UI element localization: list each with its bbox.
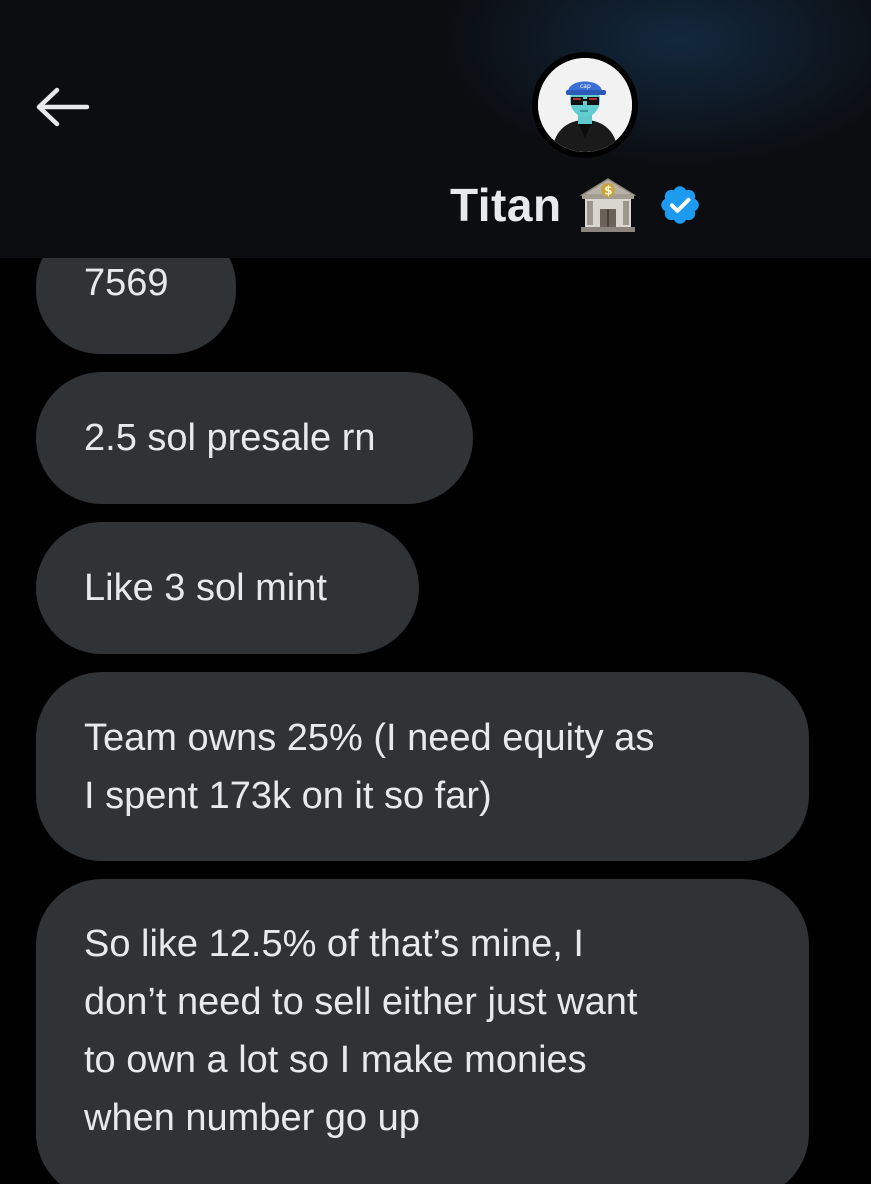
message-bubble[interactable]: So like 12.5% of that’s mine, I don’t ne… <box>36 879 809 1184</box>
back-button[interactable] <box>30 76 92 138</box>
message-text: Like 3 sol mint <box>84 567 327 609</box>
contact-name: Titan <box>450 179 562 231</box>
dm-conversation-screen: 7569 2.5 sol presale rn Like 3 sol mint … <box>0 0 871 1184</box>
message-text: So like 12.5% of that’s mine, I don’t ne… <box>84 923 638 1139</box>
message-bubble[interactable]: Team owns 25% (I need equity as I spent … <box>36 672 809 861</box>
bank-emoji-icon: $ <box>578 178 637 232</box>
message-text: 7569 <box>84 262 169 304</box>
avatar[interactable]: cap <box>532 52 638 158</box>
svg-text:cap: cap <box>580 83 591 90</box>
arrow-left-icon <box>36 87 89 127</box>
message-bubble[interactable]: Like 3 sol mint <box>36 522 419 654</box>
svg-text:$: $ <box>604 184 612 198</box>
message-text: 2.5 sol presale rn <box>84 417 376 459</box>
avatar-profile-icon: cap <box>538 58 632 152</box>
contact-name-row[interactable]: Titan $ <box>450 172 702 238</box>
verified-badge-icon <box>660 186 699 224</box>
conversation-header: cap Titan $ <box>0 0 871 258</box>
message-bubble[interactable]: 2.5 sol presale rn <box>36 372 473 504</box>
message-text: Team owns 25% (I need equity as I spent … <box>84 716 655 817</box>
